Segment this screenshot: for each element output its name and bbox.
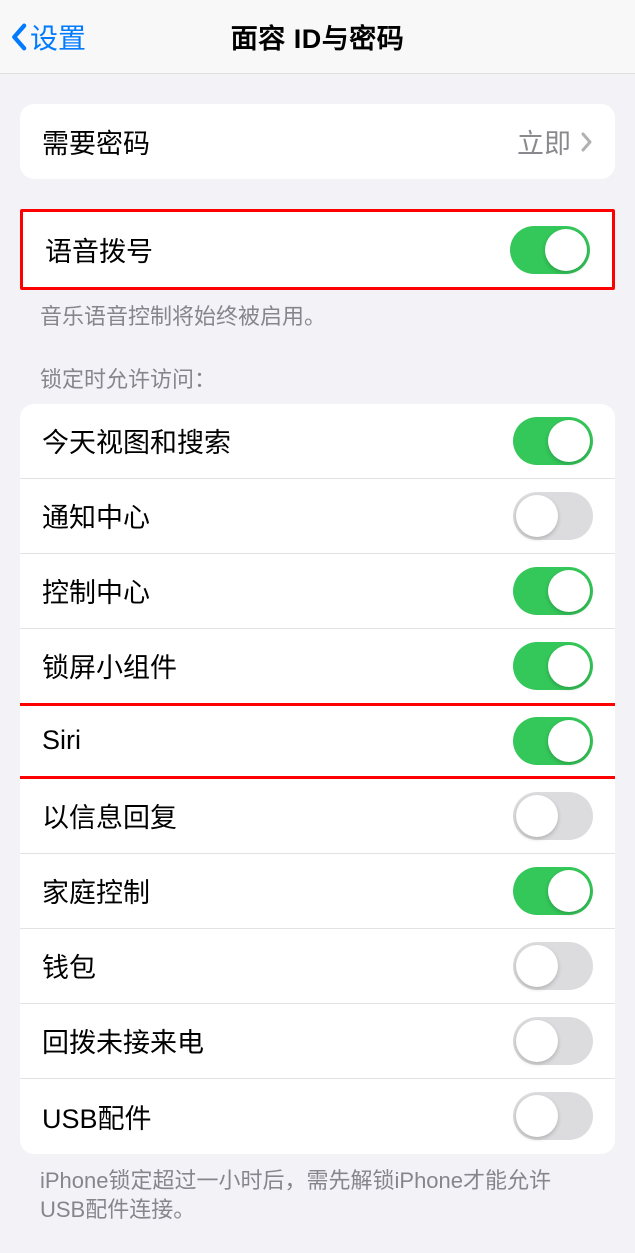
lock-access-label: 家庭控制 [42, 871, 150, 910]
chevron-left-icon [10, 22, 27, 52]
toggle-knob [516, 1095, 558, 1137]
lock-access-row: 钱包 [20, 929, 615, 1004]
lock-access-row: 回拨未接来电 [20, 1004, 615, 1079]
lock-access-label: Siri [42, 725, 81, 756]
voice-dial-row: 语音拨号 [23, 212, 612, 287]
lock-access-label: 回拨未接来电 [42, 1021, 204, 1060]
require-passcode-row[interactable]: 需要密码 立即 [20, 104, 615, 179]
toggle-knob [548, 870, 590, 912]
lock-access-toggle[interactable] [513, 792, 593, 840]
settings-content: 需要密码 立即 语音拨号 音乐语音控制将始终被启用。 锁定时允许访问： 今天视图… [0, 104, 635, 1225]
toggle-knob [516, 495, 558, 537]
require-passcode-label: 需要密码 [42, 122, 150, 161]
toggle-knob [545, 229, 587, 271]
lock-access-toggle[interactable] [513, 642, 593, 690]
lock-access-toggle[interactable] [513, 567, 593, 615]
lock-access-row: 以信息回复 [20, 779, 615, 854]
page-title: 面容 ID与密码 [231, 17, 405, 56]
back-label: 设置 [30, 17, 86, 57]
lock-access-group: 今天视图和搜索通知中心控制中心锁屏小组件 Siri 以信息回复家庭控制钱包回拨未接来… [20, 404, 615, 1154]
lock-access-row: 锁屏小组件 [20, 629, 615, 704]
require-passcode-group: 需要密码 立即 [20, 104, 615, 179]
lock-access-label: 通知中心 [42, 496, 150, 535]
toggle-knob [548, 420, 590, 462]
voice-dial-group: 语音拨号 [20, 209, 615, 290]
lock-access-toggle[interactable] [513, 1017, 593, 1065]
lock-access-label: USB配件 [42, 1097, 152, 1136]
lock-access-label: 今天视图和搜索 [42, 421, 231, 460]
lock-access-label: 以信息回复 [42, 796, 177, 835]
lock-access-row: 家庭控制 [20, 854, 615, 929]
lock-access-toggle[interactable] [513, 1092, 593, 1140]
toggle-knob [516, 945, 558, 987]
lock-access-toggle[interactable] [513, 717, 593, 765]
navigation-bar: 设置 面容 ID与密码 [0, 0, 635, 74]
back-button[interactable]: 设置 [10, 17, 86, 57]
toggle-knob [516, 1020, 558, 1062]
lock-access-row: 通知中心 [20, 479, 615, 554]
lock-access-header: 锁定时允许访问： [40, 362, 595, 394]
lock-access-label: 锁屏小组件 [42, 646, 177, 685]
voice-dial-label: 语音拨号 [45, 230, 153, 269]
row-right: 立即 [517, 122, 593, 161]
chevron-right-icon [581, 132, 593, 152]
voice-dial-toggle[interactable] [510, 226, 590, 274]
lock-access-footer: iPhone锁定超过一小时后，需先解锁iPhone才能允许USB配件连接。 [40, 1166, 595, 1225]
lock-access-toggle[interactable] [513, 942, 593, 990]
lock-access-row: 今天视图和搜索 [20, 404, 615, 479]
voice-dial-footer: 音乐语音控制将始终被启用。 [40, 302, 595, 332]
lock-access-toggle[interactable] [513, 492, 593, 540]
require-passcode-value: 立即 [517, 122, 571, 161]
toggle-knob [548, 720, 590, 762]
lock-access-row: 控制中心 [20, 554, 615, 629]
lock-access-row: Siri [20, 704, 615, 779]
lock-access-label: 控制中心 [42, 571, 150, 610]
lock-access-label: 钱包 [42, 946, 96, 985]
toggle-knob [548, 645, 590, 687]
toggle-knob [548, 570, 590, 612]
lock-access-toggle[interactable] [513, 417, 593, 465]
lock-access-toggle[interactable] [513, 867, 593, 915]
lock-access-row: USB配件 [20, 1079, 615, 1154]
toggle-knob [516, 795, 558, 837]
